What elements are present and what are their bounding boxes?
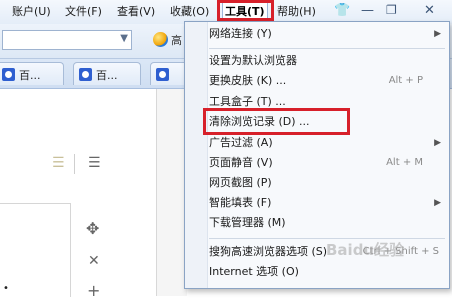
paw-icon	[156, 68, 169, 81]
restore-icon[interactable]: ❐	[386, 3, 397, 17]
divider	[74, 154, 75, 174]
tab-2-label: 百...	[96, 69, 118, 82]
side-panel	[0, 203, 71, 297]
search-engine-label: 高	[171, 34, 182, 47]
menu-separator	[209, 48, 445, 49]
menu-item-screenshot[interactable]: 网页截图 (P)	[209, 174, 445, 192]
tab-1-label: 百...	[19, 69, 41, 82]
tab-1[interactable]: 百...	[0, 62, 64, 85]
menu-item-shortcut: Alt + M	[386, 157, 423, 168]
minimize-icon[interactable]: —	[361, 3, 374, 18]
menu-item-label: 智能填表 (F)	[209, 196, 272, 209]
scroll-gutter	[156, 89, 187, 296]
chevron-down-icon[interactable]: ▼	[120, 33, 128, 44]
plus-icon[interactable]: +	[87, 281, 100, 300]
clear-history-highlight-box	[203, 108, 350, 135]
menu-item-label: 更换皮肤 (K) ...	[209, 74, 287, 87]
tab-2[interactable]: 百...	[73, 62, 141, 85]
watermark: Baidu经验	[326, 241, 405, 259]
menu-view[interactable]: 查看(V)	[117, 3, 155, 21]
menu-item-autofill[interactable]: 智能填表 (F) ▶	[209, 194, 445, 212]
tools-highlight-box	[217, 0, 274, 21]
menu-item-label: 工具盒子 (T) ...	[209, 95, 286, 108]
menu-help[interactable]: 帮助(H)	[277, 3, 316, 21]
dot-marker: •	[3, 283, 9, 294]
paw-icon	[79, 68, 92, 81]
menu-item-internet-options[interactable]: Internet 选项 (O)	[209, 263, 445, 281]
menu-item-label: 搜狗高速浏览器选项 (S)	[209, 245, 328, 258]
submenu-arrow-icon: ▶	[434, 138, 441, 148]
list-icon[interactable]: ☰	[52, 155, 65, 171]
menu-item-ad-filter[interactable]: 广告过滤 (A) ▶	[209, 134, 445, 152]
close-icon[interactable]: ✕	[88, 253, 100, 269]
menu-item-label: 网页截图 (P)	[209, 176, 272, 189]
menu-item-label: 广告过滤 (A)	[209, 136, 273, 149]
menu-item-skin[interactable]: 更换皮肤 (K) ... Alt + P	[209, 72, 445, 90]
menu-item-label: 下载管理器 (M)	[209, 216, 286, 229]
menu-item-mute[interactable]: 页面静音 (V) Alt + M	[209, 154, 445, 172]
menu-item-label: 网络连接 (Y)	[209, 27, 272, 40]
menu-item-label: 页面静音 (V)	[209, 156, 273, 169]
paw-icon	[2, 68, 15, 81]
menu-file[interactable]: 文件(F)	[65, 3, 102, 21]
menu-item-label: Internet 选项 (O)	[209, 265, 299, 278]
list-icon[interactable]: ☰	[88, 155, 101, 171]
submenu-arrow-icon: ▶	[434, 198, 441, 208]
tshirt-icon[interactable]: 👕	[334, 3, 350, 18]
menu-item-download-manager[interactable]: 下载管理器 (M)	[209, 214, 445, 232]
menu-item-label: 设置为默认浏览器	[209, 54, 297, 67]
menu-account[interactable]: 账户(U)	[12, 3, 51, 21]
menu-item-network[interactable]: 网络连接 (Y) ▶	[209, 25, 445, 43]
menu-item-shortcut: Alt + P	[388, 75, 423, 86]
menu-item-default-browser[interactable]: 设置为默认浏览器	[209, 52, 445, 70]
address-input[interactable]: ▼	[2, 30, 132, 50]
submenu-arrow-icon: ▶	[434, 29, 441, 39]
menu-gutter	[185, 22, 208, 288]
menu-favorites[interactable]: 收藏(O)	[170, 3, 209, 21]
tools-menu: 网络连接 (Y) ▶ 设置为默认浏览器 更换皮肤 (K) ... Alt + P…	[184, 21, 450, 289]
move-icon[interactable]: ✥	[86, 219, 99, 238]
window-close-icon[interactable]: ✕	[424, 3, 435, 18]
search-globe-icon[interactable]	[153, 32, 168, 47]
